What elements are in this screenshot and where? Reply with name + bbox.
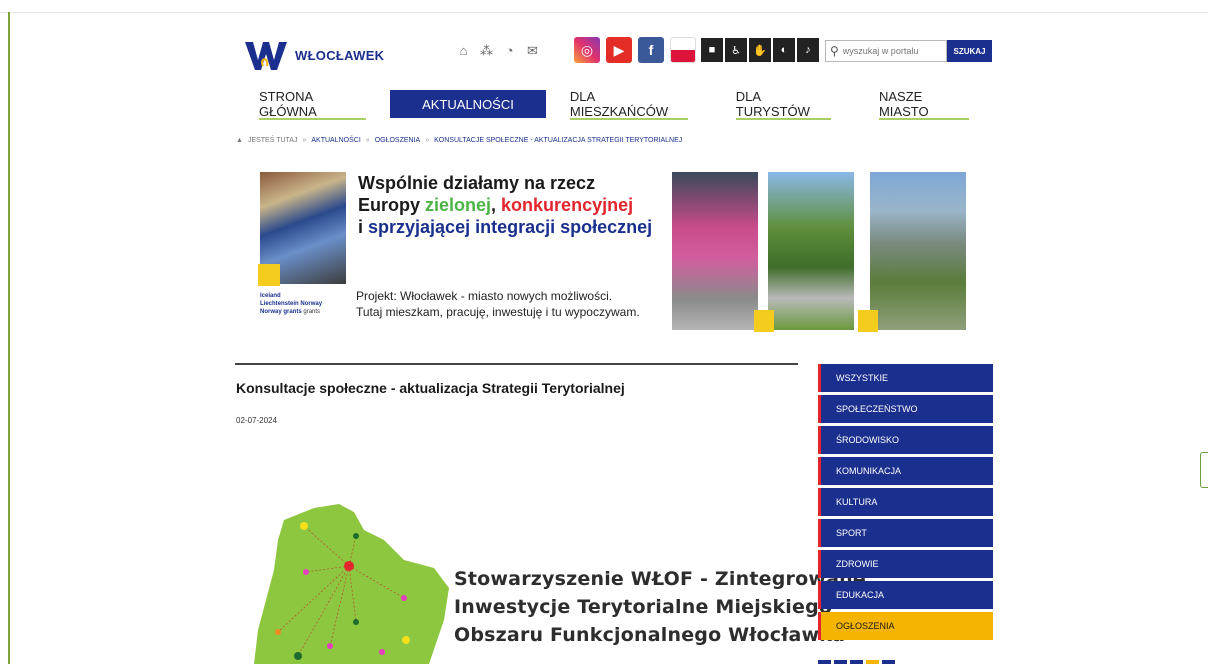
pager-dot[interactable] bbox=[882, 660, 895, 664]
banner-accent bbox=[858, 310, 878, 332]
instagram-icon[interactable]: ◎ bbox=[574, 37, 600, 63]
breadcrumb-item-announcements[interactable]: OGŁOSZENIA bbox=[375, 137, 421, 144]
banner-photo-park bbox=[768, 172, 854, 330]
search-field[interactable]: ⚲ bbox=[825, 40, 947, 62]
category-culture[interactable]: KULTURA bbox=[818, 488, 993, 516]
main-nav: STRONA GŁÓWNA AKTUALNOŚCI DLA MIESZKAŃCÓ… bbox=[235, 89, 993, 120]
pager-dot[interactable] bbox=[850, 660, 863, 664]
eea-grants-banner[interactable]: Wspólnie działamy na rzecz Europy zielon… bbox=[258, 170, 968, 340]
sign-language-icon[interactable]: ✋ bbox=[749, 38, 771, 62]
pager-dot[interactable] bbox=[818, 660, 831, 664]
map-caption-line1: Stowarzyszenie WŁOF - Zintegrowane bbox=[454, 568, 866, 590]
nav-item-tourists[interactable]: DLA TURYSTÓW bbox=[712, 89, 855, 120]
breadcrumb-separator: » bbox=[425, 137, 430, 144]
pager-dot-active[interactable] bbox=[866, 660, 879, 664]
sitemap-icon[interactable]: ⁂ bbox=[478, 42, 495, 59]
category-health[interactable]: ZDROWIE bbox=[818, 550, 993, 578]
banner-photo-aerial bbox=[870, 172, 966, 330]
mail-icon[interactable]: ✉ bbox=[524, 42, 541, 59]
search-button[interactable]: SZUKAJ bbox=[947, 40, 992, 62]
headline-text: Europy bbox=[358, 195, 426, 215]
banner-headline: Wspólnie działamy na rzecz Europy zielon… bbox=[358, 172, 652, 238]
map-caption-line3: Obszaru Funkcjonalnego Włocławka bbox=[454, 624, 846, 646]
polish-flag-icon[interactable] bbox=[670, 37, 696, 63]
breadcrumb-prefix: JESTEŚ TUTAJ bbox=[247, 137, 298, 144]
breadcrumb-item-news[interactable]: AKTUALNOŚCI bbox=[311, 137, 360, 144]
search-input[interactable] bbox=[842, 46, 939, 56]
category-menu: WSZYSTKIE SPOŁECZEŃSTWO ŚRODOWISKO KOMUN… bbox=[818, 364, 993, 643]
eea-liechtenstein: Liechtenstein bbox=[260, 301, 299, 307]
side-feedback-tab[interactable] bbox=[1200, 452, 1208, 488]
banner-headline-line2: Europy zielonej, konkurencyjnej bbox=[358, 194, 652, 216]
nav-item-residents[interactable]: DLA MIESZKAŃCÓW bbox=[546, 89, 712, 120]
map-caption: Stowarzyszenie WŁOF - Zintegrowane Inwes… bbox=[454, 565, 866, 649]
contrast-icon[interactable]: ■ bbox=[701, 38, 723, 62]
eea-norway: Norway bbox=[300, 301, 323, 307]
nav-item-home[interactable]: STRONA GŁÓWNA bbox=[235, 89, 390, 120]
banner-headline-line3: i sprzyjającej integracji społecznej bbox=[358, 216, 652, 238]
social-links: ◎ ▶ f bbox=[574, 37, 696, 63]
headline-text: , bbox=[491, 195, 502, 215]
eea-iceland: Iceland bbox=[260, 293, 281, 299]
youtube-icon[interactable]: ▶ bbox=[606, 37, 632, 63]
article-divider bbox=[235, 363, 798, 365]
search-bar: ⚲ SZUKAJ bbox=[825, 40, 992, 62]
headline-green: zielonej bbox=[425, 195, 492, 215]
pager-dot[interactable] bbox=[834, 660, 847, 664]
map-caption-line2: Inwestycje Terytorialne Miejskiego bbox=[454, 596, 833, 618]
category-announcements[interactable]: OGŁOSZENIA bbox=[818, 612, 993, 640]
breadcrumb: ▲ JESTEŚ TUTAJ » AKTUALNOŚCI » OGŁOSZENI… bbox=[236, 137, 682, 144]
breadcrumb-home-icon: ▲ bbox=[236, 137, 243, 144]
category-education[interactable]: EDUKACJA bbox=[818, 581, 993, 609]
eea-grants: grants bbox=[303, 309, 321, 315]
article-title: Konsultacje społeczne - aktualizacja Str… bbox=[236, 380, 625, 396]
banner-subtitle: Projekt: Włocławek - miasto nowych możli… bbox=[356, 288, 640, 320]
breadcrumb-separator: » bbox=[365, 137, 370, 144]
headline-blue: sprzyjającej integracji społecznej bbox=[368, 217, 653, 237]
eea-grants-logo: Iceland Liechtenstein Norway Norway gran… bbox=[260, 292, 350, 316]
deaf-icon[interactable]: ◐ bbox=[773, 38, 795, 62]
facebook-icon[interactable]: f bbox=[638, 37, 664, 63]
category-environment[interactable]: ŚRODOWISKO bbox=[818, 426, 993, 454]
banner-subtitle-line2: Tutaj mieszkam, pracuję, inwestuję i tu … bbox=[356, 305, 640, 319]
nav-item-our-city[interactable]: NASZE MIASTO bbox=[855, 89, 993, 120]
site-logo[interactable]: WŁOCŁAWEK bbox=[243, 38, 384, 72]
search-icon: ⚲ bbox=[830, 44, 839, 58]
logo-text: WŁOCŁAWEK bbox=[295, 47, 385, 63]
utility-icons: ⌂ ⁂ ◔ ✉ bbox=[455, 42, 541, 59]
banner-subtitle-line1: Projekt: Włocławek - miasto nowych możli… bbox=[356, 289, 613, 303]
category-society[interactable]: SPOŁECZEŃSTWO bbox=[818, 395, 993, 423]
region-map-image bbox=[254, 504, 449, 664]
rss-icon[interactable]: ◔ bbox=[501, 42, 518, 59]
breadcrumb-item-current: KONSULTACJE SPOŁECZNE - AKTUALIZACJA STR… bbox=[434, 137, 683, 144]
banner-accent bbox=[754, 310, 774, 332]
category-sport[interactable]: SPORT bbox=[818, 519, 993, 547]
guide-icon[interactable]: ♪ bbox=[797, 38, 819, 62]
category-pager bbox=[818, 660, 895, 664]
accessibility-tools: ■ ♿ ✋ ◐ ♪ bbox=[701, 38, 819, 62]
headline-red: konkurencyjnej bbox=[501, 195, 634, 215]
banner-photo-fountain bbox=[672, 172, 758, 330]
category-all[interactable]: WSZYSTKIE bbox=[818, 364, 993, 392]
nav-item-news[interactable]: AKTUALNOŚCI bbox=[390, 90, 546, 118]
breadcrumb-separator: » bbox=[302, 137, 307, 144]
home-icon[interactable]: ⌂ bbox=[455, 42, 472, 59]
article-date: 02-07-2024 bbox=[236, 416, 277, 425]
banner-headline-line1: Wspólnie działamy na rzecz bbox=[358, 173, 596, 193]
left-border bbox=[8, 12, 10, 664]
top-border bbox=[0, 12, 1208, 13]
category-transport[interactable]: KOMUNIKACJA bbox=[818, 457, 993, 485]
eea-norway-grants: Norway grants bbox=[260, 309, 302, 315]
headline-text: i bbox=[358, 217, 369, 237]
banner-accent bbox=[258, 264, 280, 286]
logo-icon bbox=[245, 42, 287, 70]
wheelchair-icon[interactable]: ♿ bbox=[725, 38, 747, 62]
